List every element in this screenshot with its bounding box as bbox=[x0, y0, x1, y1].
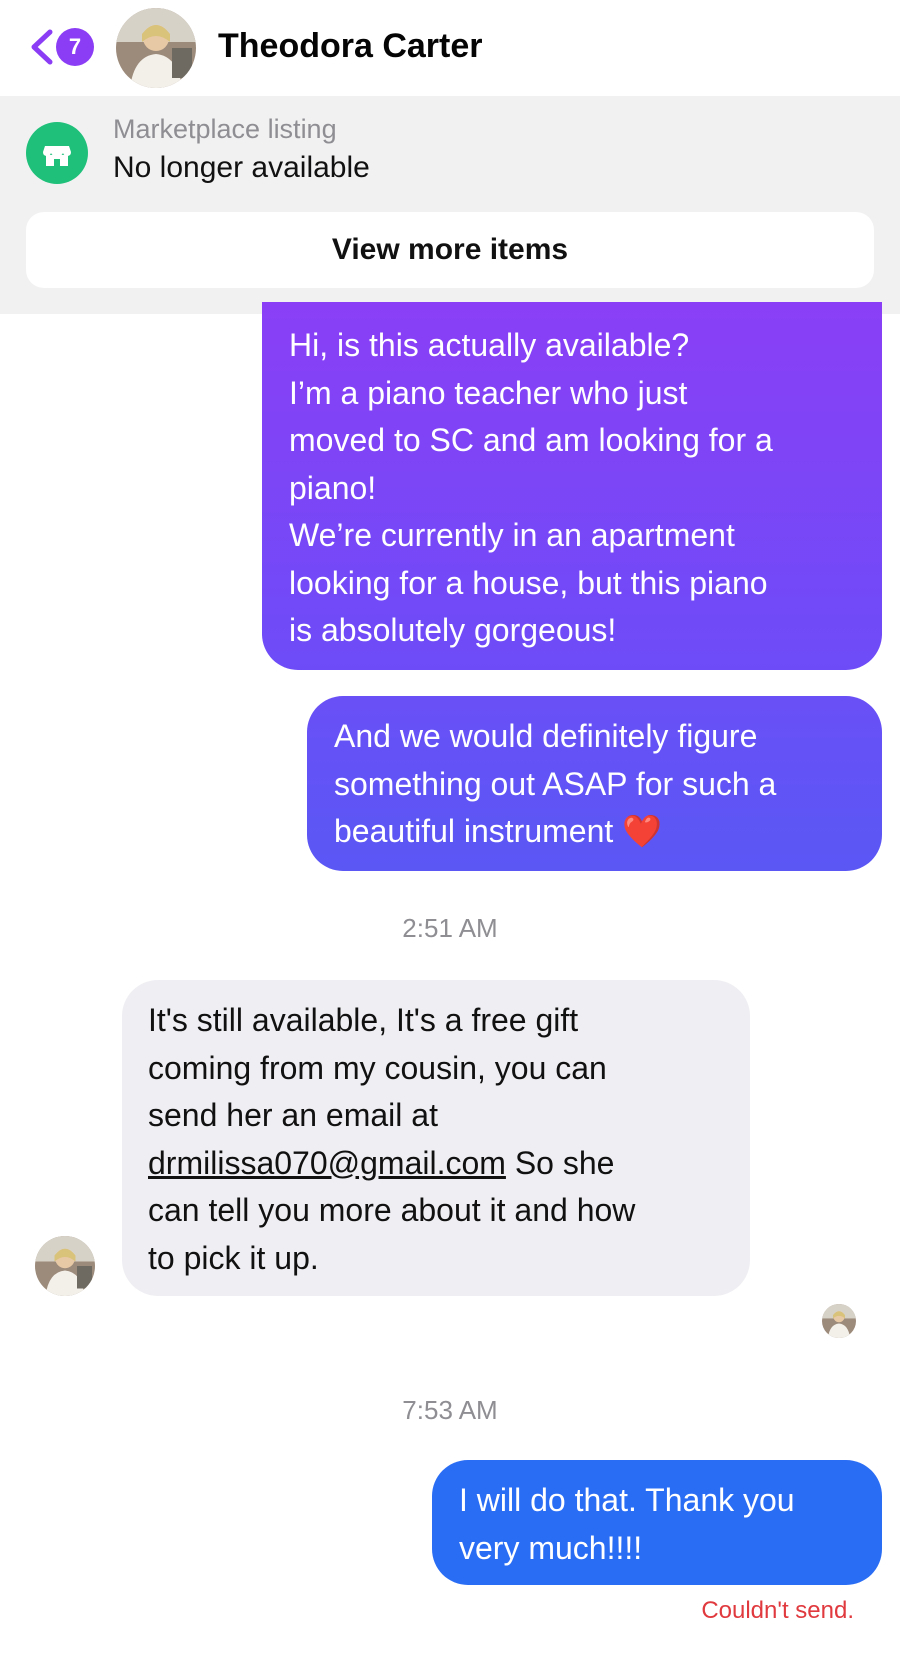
message-line: Hi, is this actually available? bbox=[289, 327, 690, 363]
outgoing-message[interactable]: I will do that. Thank you very much!!!! bbox=[432, 1460, 882, 1585]
view-more-items-button[interactable]: View more items bbox=[26, 212, 874, 288]
message-line: moved to SC and am looking for a bbox=[289, 422, 773, 458]
message-line: can tell you more about it and how bbox=[148, 1192, 636, 1228]
message-line: I’m a piano teacher who just bbox=[289, 374, 688, 411]
outgoing-message[interactable]: Hi, is this actually available? I’m a pi… bbox=[262, 302, 882, 670]
read-receipt-avatar bbox=[822, 1304, 856, 1338]
store-icon bbox=[26, 122, 88, 184]
contact-avatar[interactable] bbox=[116, 8, 196, 88]
message-line: It's still available, It's a free gift bbox=[148, 1002, 579, 1038]
message-line: coming from my cousin, you can bbox=[148, 1049, 607, 1086]
message-line: drmilissa070@gmail.com So she bbox=[148, 1140, 726, 1188]
listing-status: No longer available bbox=[113, 151, 370, 184]
chevron-left-icon[interactable] bbox=[26, 26, 56, 68]
avatar-photo-icon bbox=[822, 1304, 856, 1338]
heart-emoji: ❤️ bbox=[622, 813, 662, 849]
sender-avatar[interactable] bbox=[35, 1236, 95, 1296]
message-line: We’re currently in an apartment bbox=[289, 517, 735, 553]
incoming-message[interactable]: It's still available, It's a free gift c… bbox=[122, 980, 750, 1296]
message-line: is absolutely gorgeous! bbox=[289, 612, 617, 648]
message-timestamp: 7:53 AM bbox=[402, 1395, 498, 1425]
contact-name[interactable]: Theodora Carter bbox=[218, 24, 483, 68]
outgoing-message[interactable]: And we would definitely figure something… bbox=[307, 696, 882, 871]
message-line: send her an email at bbox=[148, 1097, 438, 1133]
message-line: to pick it up. bbox=[148, 1239, 319, 1276]
message-line: something out ASAP for such a bbox=[334, 765, 777, 802]
avatar-photo-icon bbox=[116, 8, 196, 88]
message-timestamp: 2:51 AM bbox=[402, 913, 498, 943]
email-link[interactable]: drmilissa070@gmail.com bbox=[148, 1145, 506, 1181]
conversation-header: 7 Theodora Carter bbox=[0, 0, 900, 96]
message-line: And we would definitely figure bbox=[334, 718, 758, 754]
send-error-label[interactable]: Couldn't send. bbox=[701, 1596, 854, 1626]
message-line: piano! bbox=[289, 469, 377, 506]
message-line: very much!!!! bbox=[459, 1529, 643, 1566]
listing-caption: Marketplace listing bbox=[113, 114, 337, 144]
unread-count-badge[interactable]: 7 bbox=[56, 28, 94, 66]
marketplace-listing-banner: Marketplace listing No longer available … bbox=[0, 96, 900, 314]
message-line: beautiful instrument ❤️ bbox=[334, 808, 862, 856]
message-line: I will do that. Thank you bbox=[459, 1482, 795, 1518]
message-line: looking for a house, but this piano bbox=[289, 564, 768, 601]
message-text: beautiful instrument bbox=[334, 813, 623, 849]
message-text: So she bbox=[505, 1144, 615, 1181]
avatar-photo-icon bbox=[35, 1236, 95, 1296]
